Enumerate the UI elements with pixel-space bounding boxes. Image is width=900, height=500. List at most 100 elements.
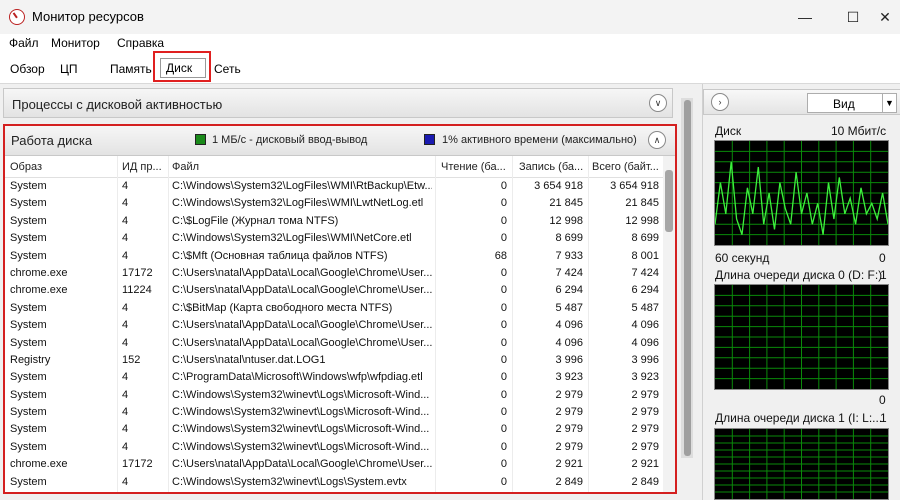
view-dropdown[interactable]: Вид ▼	[807, 93, 897, 113]
cell-read: 0	[500, 371, 507, 384]
cell-file: C:\$Mft (Основная таблица файлов NTFS)	[172, 249, 388, 262]
menu-file[interactable]: Файл	[9, 36, 39, 50]
table-row[interactable]: chrome.exe 17172 C:\Users\natal\AppData\Lo…	[5, 456, 663, 473]
cell-write: 4 096	[555, 319, 583, 332]
cell-pid: 152	[122, 353, 141, 366]
table-row[interactable]: System 4 C:\Windows\System32\LogFiles\WMI\…	[5, 178, 663, 195]
cell-pid: 4	[122, 475, 129, 488]
graph-queue0-max: 1	[880, 268, 887, 282]
cell-total: 12 998	[625, 214, 659, 227]
cell-total: 4 096	[631, 319, 659, 332]
cell-write: 3 996	[555, 353, 583, 366]
cell-image: System	[10, 336, 47, 349]
table-row[interactable]: System 4 C:\Users\natal\AppData\Local\Goog…	[5, 335, 663, 352]
cell-write: 7 424	[555, 266, 583, 279]
cell-total: 2 979	[631, 388, 659, 401]
table-row[interactable]: System 4 C:\Windows\System32\winevt\Logs\M…	[5, 421, 663, 438]
cell-file: C:\Windows\System32\winevt\Logs\System.e…	[172, 475, 407, 488]
cell-image: chrome.exe	[10, 458, 68, 471]
expand-chevron-icon[interactable]: ∨	[649, 94, 667, 112]
cell-pid: 4	[122, 371, 129, 384]
cell-read: 0	[500, 180, 507, 192]
cell-total: 3 996	[631, 353, 659, 366]
tab-memory[interactable]: Память	[110, 62, 152, 76]
graph-disk-title: Диск	[715, 124, 742, 138]
maximize-button[interactable]: ☐	[840, 6, 866, 28]
cell-image: System	[10, 423, 47, 436]
table-row[interactable]: System 4 C:\$LogFile (Журнал тома NTFS) 0 12…	[5, 213, 663, 230]
dropdown-arrow-icon[interactable]: ▼	[882, 94, 896, 112]
processes-section-header[interactable]: Процессы с дисковой активностью ∨	[3, 88, 673, 118]
cell-read: 0	[500, 423, 507, 436]
tab-network[interactable]: Сеть	[214, 62, 241, 76]
graph-canvas	[715, 429, 888, 499]
table-row[interactable]: chrome.exe 11224 C:\Users\natal\AppData\Lo…	[5, 282, 663, 299]
cell-read: 0	[500, 458, 507, 471]
cell-read: 0	[500, 301, 507, 314]
cell-image: System	[10, 371, 47, 384]
graph-queue0-min: 0	[879, 393, 886, 407]
disk-section-title: Работа диска	[11, 133, 93, 148]
resource-monitor-icon	[9, 9, 25, 25]
panel-scrollbar-thumb[interactable]	[684, 100, 691, 456]
close-button[interactable]: ✕	[872, 6, 898, 28]
cell-write: 21 845	[549, 197, 583, 210]
cell-read: 68	[494, 249, 507, 262]
table-row[interactable]: Registry 152 C:\Users\natal\ntuser.dat.LOG…	[5, 352, 663, 369]
menu-help[interactable]: Справка	[117, 36, 164, 50]
processes-section-title: Процессы с дисковой активностью	[12, 97, 223, 112]
table-row[interactable]: System 4 C:\Windows\System32\winevt\Logs\M…	[5, 404, 663, 421]
col-image[interactable]: Образ	[10, 161, 115, 173]
cell-pid: 11224	[122, 284, 152, 297]
table-row[interactable]: System 4 C:\Windows\System32\winevt\Logs\M…	[5, 387, 663, 404]
table-row[interactable]: System 4 C:\$BitMap (Карта свободного мест…	[5, 300, 663, 317]
cell-file: C:\Users\natal\AppData\Local\Google\Chro…	[172, 284, 432, 297]
cell-file: C:\Users\natal\AppData\Local\Google\Chro…	[172, 266, 432, 279]
cell-write: 4 096	[555, 336, 583, 349]
col-total[interactable]: Всего (байт...	[592, 161, 660, 173]
table-row[interactable]: System 4 C:\Windows\System32\winevt\Logs\M…	[5, 439, 663, 456]
cell-image: System	[10, 180, 47, 192]
minimize-button[interactable]: —	[792, 6, 818, 28]
cell-pid: 4	[122, 197, 129, 210]
cell-file: C:\Users\natal\ntuser.dat.LOG1	[172, 353, 326, 366]
cell-pid: 4	[122, 319, 129, 332]
table-row[interactable]: System 4 C:\Windows\System32\winevt\Logs\S…	[5, 474, 663, 491]
cell-read: 0	[500, 353, 507, 366]
cell-total: 6 294	[631, 284, 659, 297]
tab-cpu[interactable]: ЦП	[60, 62, 78, 76]
active-tab-highlight	[153, 51, 211, 82]
disk-section-header[interactable]: Работа диска 1 МБ/с - дисковый ввод-выво…	[5, 126, 675, 156]
cell-write: 7 933	[555, 249, 583, 262]
cell-read: 0	[500, 475, 507, 488]
cell-write: 2 921	[555, 458, 583, 471]
table-scrollbar-thumb[interactable]	[665, 170, 673, 232]
table-scrollbar[interactable]	[663, 156, 675, 492]
disk-graph	[714, 140, 889, 246]
cell-total: 3 923	[631, 371, 659, 384]
col-pid[interactable]: ИД пр...	[122, 161, 166, 173]
graph-canvas	[715, 285, 888, 389]
cell-file: C:\ProgramData\Microsoft\Windows\wfp\wfp…	[172, 371, 423, 384]
cell-image: System	[10, 214, 47, 227]
collapse-chevron-icon[interactable]: ∧	[648, 131, 666, 149]
cell-file: C:\Users\natal\AppData\Local\Google\Chro…	[172, 458, 432, 471]
table-row[interactable]: System 4 C:\$Mft (Основная таблица файлов …	[5, 248, 663, 265]
col-file[interactable]: Файл	[172, 161, 432, 173]
table-row[interactable]: System 4 C:\Windows\System32\LogFiles\WMI\…	[5, 230, 663, 247]
cell-file: C:\Windows\System32\LogFiles\WMI\LwtNetL…	[172, 197, 424, 210]
cell-write: 2 979	[555, 423, 583, 436]
tab-overview[interactable]: Обзор	[10, 62, 45, 76]
table-row[interactable]: System 4 C:\Users\natal\AppData\Local\Goog…	[5, 317, 663, 334]
table-row[interactable]: System 4 C:\ProgramData\Microsoft\Windows\…	[5, 369, 663, 386]
table-row[interactable]: chrome.exe 17172 C:\Users\natal\AppData\Lo…	[5, 265, 663, 282]
menu-monitor[interactable]: Монитор	[51, 36, 100, 50]
cell-write: 3 923	[555, 371, 583, 384]
col-read[interactable]: Чтение (ба...	[441, 161, 507, 173]
cell-total: 5 487	[631, 301, 659, 314]
collapse-graphs-icon[interactable]: ›	[711, 93, 729, 111]
col-write[interactable]: Запись (ба...	[519, 161, 587, 173]
cell-file: C:\$LogFile (Журнал тома NTFS)	[172, 214, 339, 227]
table-row[interactable]: System 4 C:\Windows\System32\LogFiles\WMI\…	[5, 195, 663, 212]
cell-pid: 4	[122, 232, 129, 245]
